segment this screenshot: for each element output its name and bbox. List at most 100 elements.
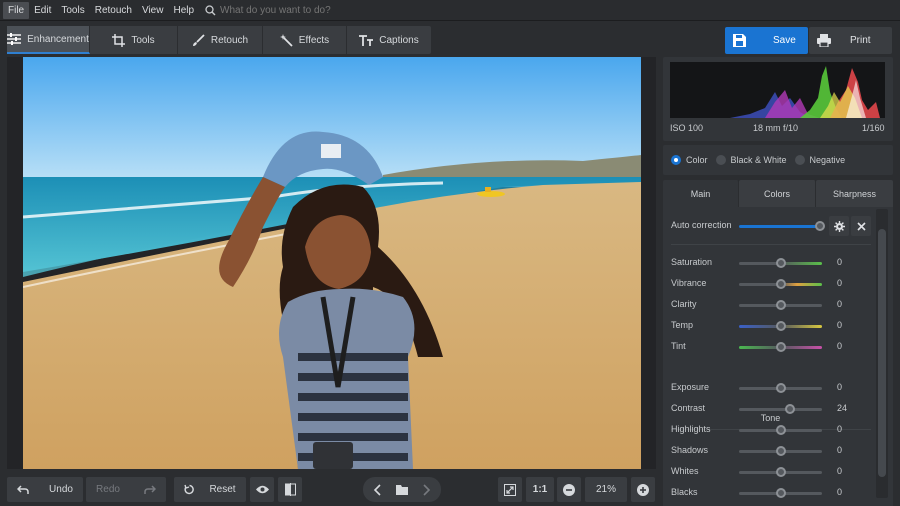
- clarity-knob[interactable]: [775, 300, 786, 310]
- mode-color[interactable]: Color: [671, 155, 708, 165]
- tab-enhancement[interactable]: Enhancement: [7, 26, 90, 54]
- saturation-knob[interactable]: [775, 258, 786, 268]
- chevron-left-icon[interactable]: [366, 483, 390, 497]
- tint-value: 0: [837, 341, 843, 351]
- eye-icon: [255, 485, 269, 494]
- clarity-row: Clarity 0: [671, 299, 851, 313]
- search-box: [205, 4, 381, 16]
- clarity-value: 0: [837, 299, 843, 309]
- folder-icon[interactable]: [390, 484, 414, 496]
- whites-value: 0: [837, 466, 843, 476]
- menu-bar: File Edit Tools Retouch View Help: [0, 0, 900, 21]
- tint-label: Tint: [671, 341, 686, 351]
- main-toolbar: Enhancement Tools Retouch Effects Captio…: [0, 22, 900, 56]
- highlights-knob[interactable]: [775, 425, 786, 435]
- adjust-scrollbar[interactable]: [876, 209, 888, 498]
- fit-to-screen-button[interactable]: [498, 477, 522, 502]
- menu-tools[interactable]: Tools: [56, 2, 89, 19]
- whites-knob[interactable]: [775, 467, 786, 477]
- compare-button[interactable]: [278, 477, 302, 502]
- printer-icon: [817, 34, 831, 47]
- whites-label: Whites: [671, 466, 699, 476]
- tint-row: Tint 0: [671, 341, 851, 355]
- temp-row: Temp 0: [671, 320, 851, 334]
- sliders-icon: [7, 33, 22, 45]
- fit-screen-icon: [504, 483, 516, 496]
- close-icon: [856, 221, 866, 231]
- saturation-row: Saturation 0: [671, 257, 851, 271]
- tab-main[interactable]: Main: [663, 180, 739, 207]
- chevron-right-icon[interactable]: [414, 483, 438, 497]
- contrast-knob[interactable]: [785, 404, 796, 414]
- tab-tools[interactable]: Tools: [90, 26, 178, 54]
- reset-icon: [184, 484, 195, 495]
- menu-file[interactable]: File: [3, 1, 30, 19]
- highlights-row: Highlights 0: [671, 424, 851, 438]
- zoom-in-button[interactable]: [631, 477, 655, 502]
- zoom-out-icon: [563, 483, 575, 496]
- tab-retouch[interactable]: Retouch: [178, 26, 263, 54]
- shutter-value: 1/160: [862, 123, 885, 133]
- vibrance-knob[interactable]: [775, 279, 786, 289]
- search-icon: [205, 4, 216, 15]
- tint-knob[interactable]: [775, 342, 786, 352]
- radio-negative[interactable]: [794, 155, 805, 165]
- zoom-in-icon: [637, 483, 649, 496]
- menu-retouch[interactable]: Retouch: [90, 2, 137, 19]
- menu-view[interactable]: View: [137, 2, 169, 19]
- crop-icon: [112, 33, 126, 47]
- menu-edit[interactable]: Edit: [29, 2, 56, 19]
- auto-cancel-button[interactable]: [851, 216, 871, 236]
- redo-label: Redo: [96, 484, 120, 495]
- undo-button[interactable]: Undo: [7, 477, 83, 502]
- exposure-value: 0: [837, 382, 843, 392]
- redo-button[interactable]: Redo: [86, 477, 166, 502]
- tab-effects-label: Effects: [298, 34, 330, 46]
- histogram-panel: ISO 100 18 mm f/10 1/160: [663, 57, 893, 141]
- reset-label: Reset: [209, 484, 236, 495]
- photo-canvas[interactable]: [7, 57, 656, 469]
- reset-button[interactable]: Reset: [174, 477, 246, 502]
- shadows-label: Shadows: [671, 445, 709, 455]
- tab-captions[interactable]: Captions: [347, 26, 431, 54]
- contrast-slider[interactable]: [739, 408, 822, 411]
- mode-black-white[interactable]: Black & White: [715, 155, 787, 165]
- radio-color[interactable]: [671, 155, 681, 165]
- highlights-label: Highlights: [671, 424, 711, 434]
- blacks-knob[interactable]: [775, 488, 786, 498]
- contrast-value: 24: [837, 403, 848, 413]
- menu-help[interactable]: Help: [168, 2, 199, 19]
- brush-icon: [192, 33, 205, 46]
- tab-colors[interactable]: Colors: [739, 180, 816, 207]
- blacks-value: 0: [837, 487, 843, 497]
- contrast-row: Contrast 24: [671, 403, 851, 417]
- exposure-knob[interactable]: [775, 383, 786, 393]
- actual-size-button[interactable]: 1:1: [526, 477, 554, 502]
- tab-sharpness[interactable]: Sharpness: [816, 180, 893, 207]
- save-button[interactable]: Save: [725, 27, 808, 54]
- histogram-graph: [670, 66, 880, 118]
- temp-value: 0: [837, 320, 843, 330]
- mode-bw-label: Black & White: [730, 155, 787, 165]
- vibrance-label: Vibrance: [671, 278, 707, 288]
- auto-settings-button[interactable]: [829, 216, 849, 236]
- temp-knob[interactable]: [775, 321, 786, 331]
- shadows-knob[interactable]: [775, 446, 786, 456]
- beach-photo: [23, 57, 641, 469]
- mode-negative[interactable]: Negative: [794, 155, 845, 165]
- tab-effects[interactable]: Effects: [263, 26, 347, 54]
- preview-toggle-button[interactable]: [250, 477, 274, 502]
- zoom-level[interactable]: 21%: [585, 477, 627, 502]
- bottom-bar: Undo Redo Reset 1:1 21%: [0, 473, 660, 506]
- right-panel: ISO 100 18 mm f/10 1/160 Color Black & W…: [663, 57, 893, 506]
- histogram: [670, 62, 885, 118]
- auto-correction-slider[interactable]: [739, 225, 819, 228]
- zoom-out-button[interactable]: [557, 477, 581, 502]
- radio-black-white[interactable]: [715, 155, 726, 165]
- print-button[interactable]: Print: [809, 27, 892, 54]
- search-input[interactable]: [220, 4, 381, 16]
- adjust-scrollbar-thumb[interactable]: [878, 229, 886, 477]
- auto-correction-knob[interactable]: [815, 221, 825, 231]
- photo-preview[interactable]: [23, 57, 641, 469]
- tab-captions-label: Captions: [379, 34, 419, 46]
